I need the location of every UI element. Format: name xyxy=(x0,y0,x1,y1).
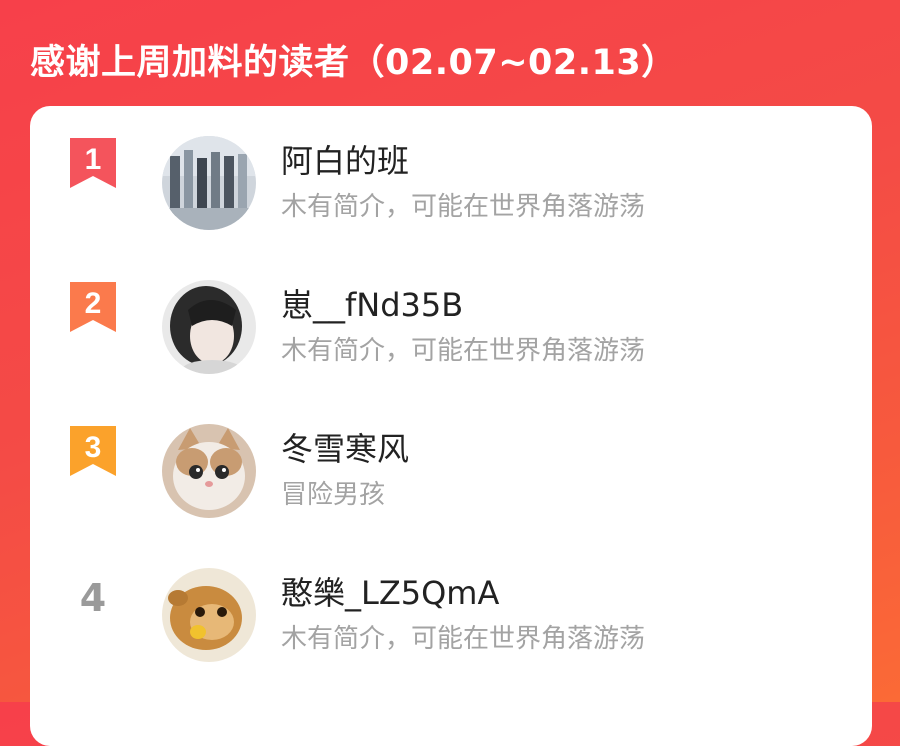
reader-bio: 木有简介，可能在世界角落游荡 xyxy=(281,336,646,366)
rank-number: 3 xyxy=(85,431,102,464)
rank-number: 4 xyxy=(79,576,107,620)
rank-number: 2 xyxy=(85,287,102,320)
reader-row-4[interactable]: 4 憨樂_LZ5QmA 木有简介，可能在世界角落游荡 xyxy=(30,538,872,662)
reader-row-3[interactable]: 3 冬雪寒风 冒险男孩 xyxy=(30,394,872,518)
cat-avatar xyxy=(162,424,256,518)
reader-row-2[interactable]: 2 崽__fNd35B 木有简介，可能在世界角落游荡 xyxy=(30,250,872,374)
reader-bio: 木有简介，可能在世界角落游荡 xyxy=(281,624,646,654)
reader-name: 憨樂_LZ5QmA xyxy=(281,574,500,612)
reader-avatar[interactable] xyxy=(162,136,256,230)
reader-name: 阿白的班 xyxy=(281,142,410,180)
reader-list-card: 1 阿白的班 木有简介，可能在世界角落游荡 2 崽__fNd35B 木有简介，可… xyxy=(30,106,872,746)
girl-portrait-avatar xyxy=(162,280,256,374)
reader-row-1[interactable]: 1 阿白的班 木有简介，可能在世界角落游荡 xyxy=(30,106,872,230)
page-title: 感谢上周加料的读者（02.07~02.13） xyxy=(30,43,677,83)
photo-group-avatar xyxy=(162,136,256,230)
rank-badge-2: 2 xyxy=(68,282,118,332)
reader-avatar[interactable] xyxy=(162,424,256,518)
monkey-avatar xyxy=(162,568,256,662)
rank-number: 1 xyxy=(85,143,102,176)
reader-name: 冬雪寒风 xyxy=(281,430,410,468)
reader-bio: 木有简介，可能在世界角落游荡 xyxy=(281,192,646,222)
rank-badge-1: 1 xyxy=(68,138,118,188)
reader-avatar[interactable] xyxy=(162,280,256,374)
reader-avatar[interactable] xyxy=(162,568,256,662)
rank-badge-3: 3 xyxy=(68,426,118,476)
reader-name: 崽__fNd35B xyxy=(281,286,464,324)
reader-bio: 冒险男孩 xyxy=(281,480,386,510)
